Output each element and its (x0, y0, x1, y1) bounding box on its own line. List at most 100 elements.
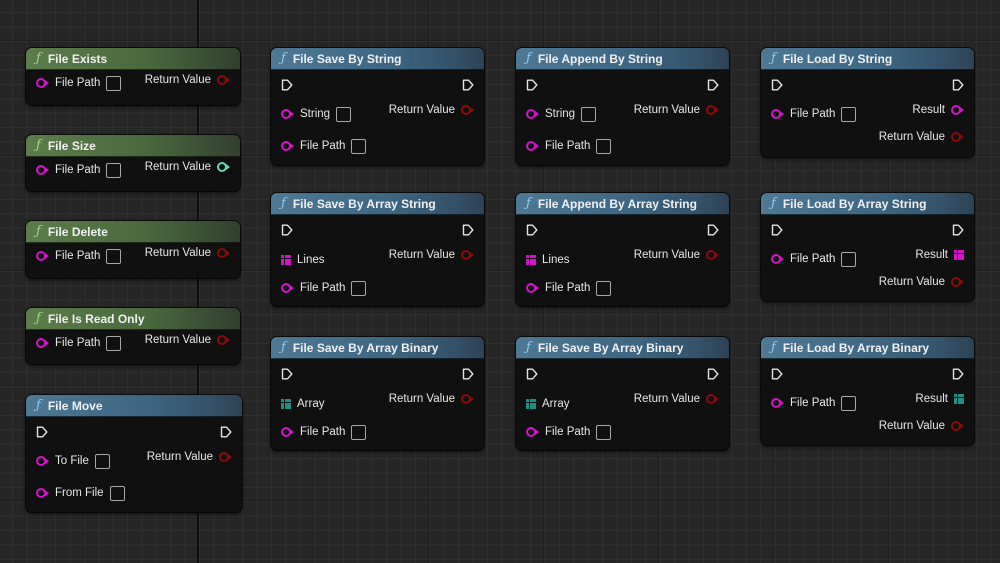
exec-input-pin[interactable] (771, 224, 783, 236)
input-pin-row[interactable]: File Path (281, 280, 367, 296)
exec-in-icon[interactable] (281, 224, 293, 236)
exec-input-pin[interactable] (771, 79, 783, 91)
value-checkbox[interactable] (336, 106, 352, 122)
value-checkbox[interactable] (94, 453, 110, 469)
bool-pin-icon[interactable] (951, 132, 964, 142)
output-pin-row[interactable]: Return Value (389, 247, 474, 263)
bool-pin-icon[interactable] (461, 394, 474, 404)
value-checkbox[interactable] (106, 162, 122, 178)
string-pin-icon[interactable] (281, 141, 294, 151)
input-pin-row[interactable]: File Path (771, 395, 857, 411)
input-pin-row[interactable]: File Path (36, 75, 122, 91)
string-pin-icon[interactable] (526, 109, 539, 119)
int-pin-icon[interactable] (217, 162, 230, 172)
input-pin-row[interactable]: File Path (526, 424, 612, 440)
bool-pin-icon[interactable] (219, 452, 232, 462)
input-pin-row[interactable]: File Path (281, 138, 367, 154)
node-header[interactable]: ƒ File Load By Array Binary (761, 337, 974, 359)
bool-pin-icon[interactable] (706, 250, 719, 260)
string-pin-icon[interactable] (526, 141, 539, 151)
node-header[interactable]: ƒ File Append By Array String (516, 193, 729, 215)
node-header[interactable]: ƒ File Size (26, 135, 240, 157)
node-header[interactable]: ƒ File Append By String (516, 48, 729, 70)
input-pin-row[interactable]: Array (281, 396, 324, 412)
byte-array-pin-icon[interactable] (526, 399, 536, 409)
node-file-save-by-string[interactable]: ƒ File Save By String String File Path Retur… (271, 48, 484, 165)
exec-out-icon[interactable] (462, 224, 474, 236)
bool-pin-icon[interactable] (706, 394, 719, 404)
string-array-pin-icon[interactable] (281, 255, 291, 265)
string-pin-icon[interactable] (526, 283, 539, 293)
value-checkbox[interactable] (109, 485, 125, 501)
input-pin-row[interactable]: File Path (771, 251, 857, 267)
exec-out-icon[interactable] (462, 368, 474, 380)
output-pin-row[interactable]: Return Value (145, 332, 230, 348)
input-pin-row[interactable]: To File (36, 453, 110, 469)
input-pin-row[interactable]: File Path (526, 280, 612, 296)
output-pin-row[interactable]: Return Value (879, 274, 964, 290)
input-pin-row[interactable]: String (281, 106, 352, 122)
node-header[interactable]: ƒ File Load By String (761, 48, 974, 70)
exec-output-pin[interactable] (952, 79, 964, 91)
string-array-pin-icon[interactable] (954, 250, 964, 260)
output-pin-row[interactable]: Result (915, 391, 964, 407)
node-file-move[interactable]: ƒ File Move To File From File Return Value (26, 395, 242, 512)
node-file-exists[interactable]: ƒ File Exists File Path Return Value (26, 48, 240, 105)
value-checkbox[interactable] (581, 106, 597, 122)
exec-in-icon[interactable] (281, 79, 293, 91)
input-pin-row[interactable]: File Path (36, 248, 122, 264)
bool-pin-icon[interactable] (461, 250, 474, 260)
value-checkbox[interactable] (596, 280, 612, 296)
exec-in-icon[interactable] (526, 368, 538, 380)
output-pin-row[interactable]: Return Value (389, 102, 474, 118)
exec-output-pin[interactable] (707, 224, 719, 236)
exec-in-icon[interactable] (771, 79, 783, 91)
string-pin-icon[interactable] (771, 254, 784, 264)
exec-in-icon[interactable] (526, 224, 538, 236)
string-array-pin-icon[interactable] (526, 255, 536, 265)
output-pin-row[interactable]: Return Value (147, 449, 232, 465)
exec-output-pin[interactable] (707, 368, 719, 380)
exec-out-icon[interactable] (707, 368, 719, 380)
bool-pin-icon[interactable] (461, 105, 474, 115)
exec-output-pin[interactable] (462, 224, 474, 236)
output-pin-row[interactable]: Return Value (145, 245, 230, 261)
node-header[interactable]: ƒ File Exists (26, 48, 240, 70)
exec-out-icon[interactable] (462, 79, 474, 91)
node-file-load-by-string[interactable]: ƒ File Load By String File Path Result Retur… (761, 48, 974, 157)
exec-input-pin[interactable] (281, 224, 293, 236)
output-pin-row[interactable]: Return Value (879, 129, 964, 145)
bool-pin-icon[interactable] (217, 75, 230, 85)
node-header[interactable]: ƒ File Move (26, 395, 242, 417)
string-pin-icon[interactable] (951, 105, 964, 115)
exec-input-pin[interactable] (281, 79, 293, 91)
node-file-save-by-array-binary-2[interactable]: ƒ File Save By Array Binary Array File Path… (516, 337, 729, 450)
node-file-load-by-array-string[interactable]: ƒ File Load By Array String File Path Resul… (761, 193, 974, 301)
input-pin-row[interactable]: File Path (281, 424, 367, 440)
node-header[interactable]: ƒ File Delete (26, 221, 240, 243)
string-pin-icon[interactable] (281, 109, 294, 119)
exec-output-pin[interactable] (462, 368, 474, 380)
value-checkbox[interactable] (596, 138, 612, 154)
input-pin-row[interactable]: File Path (526, 138, 612, 154)
string-pin-icon[interactable] (36, 488, 49, 498)
output-pin-row[interactable]: Return Value (389, 391, 474, 407)
node-file-append-by-string[interactable]: ƒ File Append By String String File Path Ret… (516, 48, 729, 165)
input-pin-row[interactable]: Array (526, 396, 569, 412)
value-checkbox[interactable] (106, 335, 122, 351)
byte-array-pin-icon[interactable] (281, 399, 291, 409)
value-checkbox[interactable] (841, 106, 857, 122)
bool-pin-icon[interactable] (706, 105, 719, 115)
exec-input-pin[interactable] (526, 224, 538, 236)
node-file-save-by-array-string[interactable]: ƒ File Save By Array String Lines File Path… (271, 193, 484, 306)
exec-out-icon[interactable] (707, 224, 719, 236)
output-pin-row[interactable]: Return Value (634, 247, 719, 263)
output-pin-row[interactable]: Result (912, 102, 964, 118)
value-checkbox[interactable] (841, 395, 857, 411)
bool-pin-icon[interactable] (951, 421, 964, 431)
node-header[interactable]: ƒ File Save By Array Binary (516, 337, 729, 359)
exec-input-pin[interactable] (526, 368, 538, 380)
exec-in-icon[interactable] (771, 368, 783, 380)
node-header[interactable]: ƒ File Save By String (271, 48, 484, 70)
string-pin-icon[interactable] (526, 427, 539, 437)
